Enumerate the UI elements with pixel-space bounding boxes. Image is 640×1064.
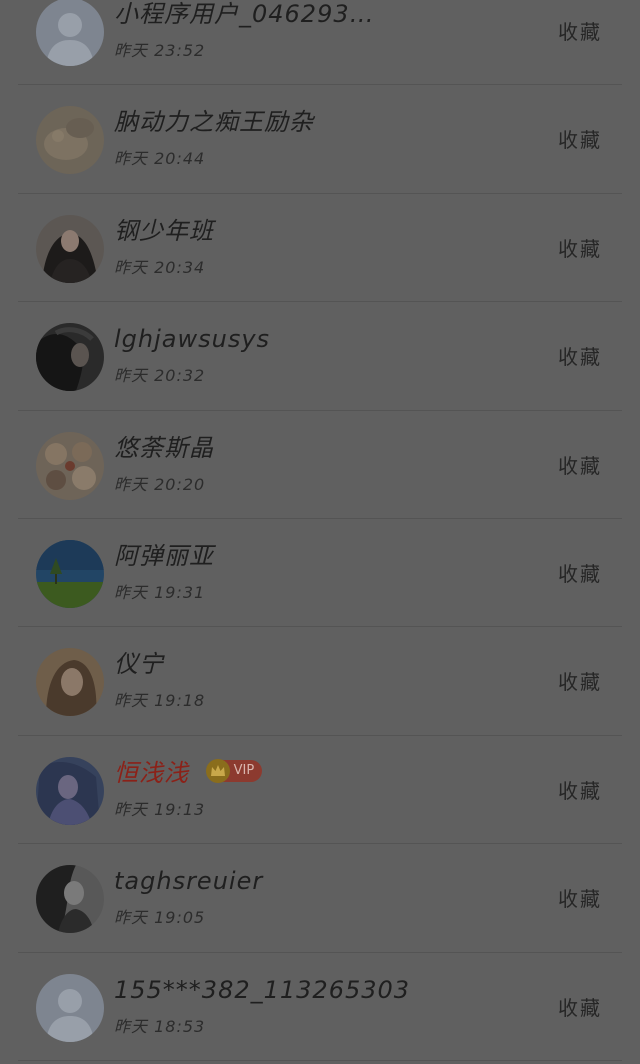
user-avatar[interactable] [36,431,104,500]
favorite-button[interactable]: 收藏 [558,236,602,262]
visit-time: 昨天 19:13 [114,799,206,819]
user-name: 恒浅浅 [114,758,189,787]
user-list: 小程序用户_046293… 昨天 23:52 收藏 肭动力之痴王励杂 昨天 20… [0,0,640,1062]
favorite-button[interactable]: 收藏 [558,127,602,153]
default-avatar-icon[interactable] [36,0,104,66]
user-name: 肭动力之痴王励杂 [114,108,314,137]
visit-time: 昨天 18:53 [114,1016,206,1036]
user-avatar[interactable] [36,756,104,825]
user-name: 仪宁 [114,650,164,679]
visit-time: 昨天 20:44 [114,149,206,169]
list-item[interactable]: 悠荼斯晶 昨天 20:20 收藏 [0,411,640,520]
default-avatar-icon[interactable] [36,973,104,1042]
user-name: taghsreuier [114,867,264,896]
user-name: 阿弹丽亚 [114,541,214,570]
visit-time: 昨天 23:52 [114,41,206,60]
user-name: 悠荼斯晶 [114,433,214,462]
list-item[interactable]: 钢少年班 昨天 20:34 收藏 [0,194,640,303]
user-name: 钢少年班 [114,216,214,245]
favorite-button[interactable]: 收藏 [558,19,602,45]
vip-badge: VIP [205,758,263,783]
favorite-button[interactable]: 收藏 [558,886,602,912]
favorite-button[interactable]: 收藏 [558,669,602,695]
favorite-button[interactable]: 收藏 [558,995,602,1021]
visit-time: 昨天 19:31 [114,582,206,602]
favorite-button[interactable]: 收藏 [558,344,602,370]
user-avatar[interactable] [36,648,104,717]
user-name-vip: 恒浅浅 VIP [114,758,263,788]
user-avatar[interactable] [36,106,104,175]
visit-time: 昨天 19:05 [114,908,206,928]
favorite-button[interactable]: 收藏 [558,453,602,479]
list-item[interactable]: 仪宁 昨天 19:18 收藏 [0,627,640,737]
user-avatar[interactable] [36,539,104,608]
list-item[interactable]: taghsreuier 昨天 19:05 收藏 [0,844,640,953]
visit-time: 昨天 20:34 [114,257,206,277]
list-item[interactable]: 肭动力之痴王励杂 昨天 20:44 收藏 [0,85,640,195]
crown-icon [205,758,230,783]
list-item[interactable]: 155***382_113265303 昨天 18:53 收藏 [0,953,640,1062]
visit-time: 昨天 20:20 [114,474,206,494]
user-avatar[interactable] [36,323,104,392]
user-list-page: 小程序用户_046293… 昨天 23:52 收藏 肭动力之痴王励杂 昨天 20… [0,0,640,1064]
visit-time: 昨天 19:18 [114,691,206,711]
list-item[interactable]: 恒浅浅 VIP 昨天 19:13 收藏 [0,736,640,845]
user-avatar[interactable] [36,214,104,283]
favorite-button[interactable]: 收藏 [558,778,602,804]
vip-label: VIP [233,762,255,778]
user-name: lghjawsusys [114,325,271,354]
list-item[interactable]: lghjawsusys 昨天 20:32 收藏 [0,302,640,411]
user-name: 155***382_113265303 [114,975,411,1004]
favorite-button[interactable]: 收藏 [558,561,602,587]
list-item[interactable]: 阿弹丽亚 昨天 19:31 收藏 [0,519,640,628]
list-item[interactable]: 小程序用户_046293… 昨天 23:52 收藏 [0,0,640,86]
user-avatar[interactable] [36,865,104,934]
user-name: 小程序用户_046293… [114,0,375,28]
visit-time: 昨天 20:32 [114,366,206,386]
